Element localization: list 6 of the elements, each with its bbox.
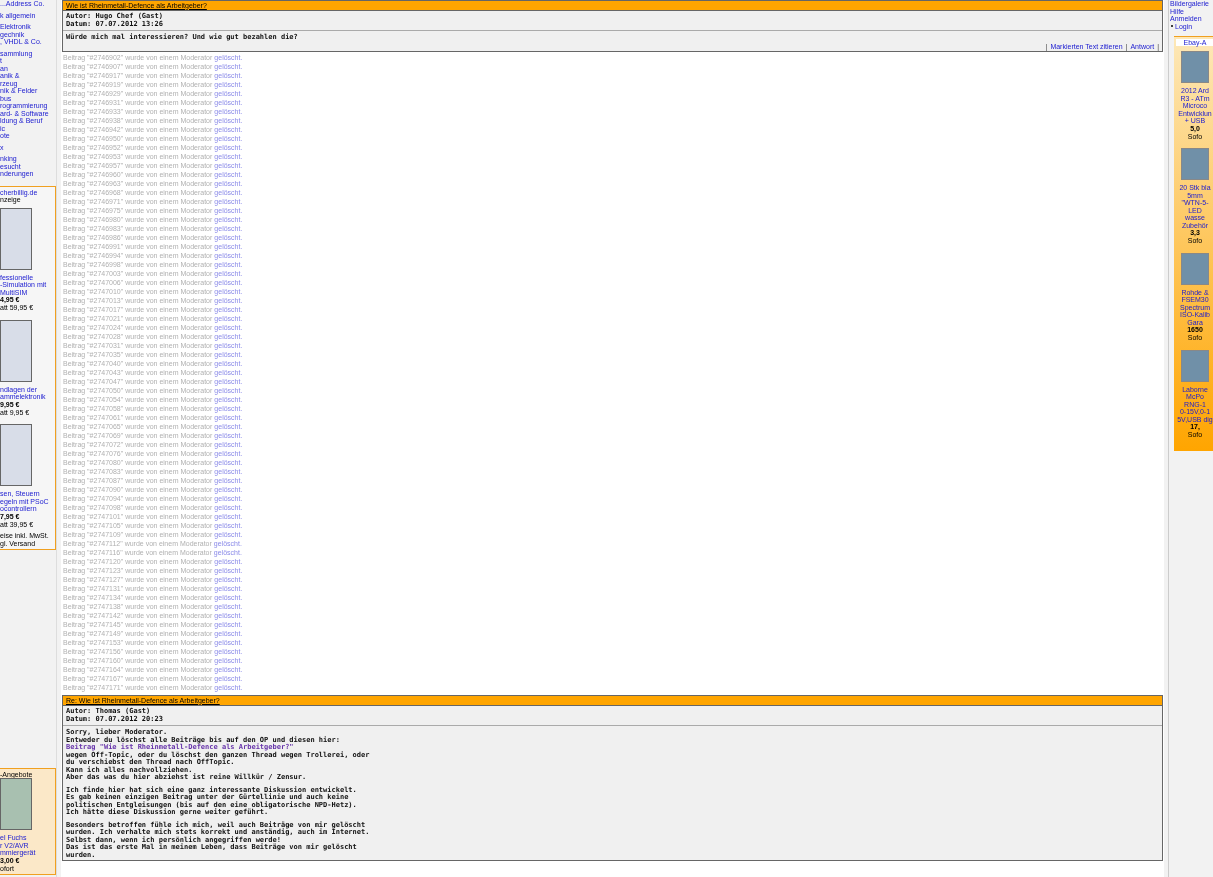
product-image[interactable] bbox=[0, 778, 32, 830]
book-cover-image[interactable] bbox=[0, 424, 32, 486]
product-image[interactable] bbox=[1181, 252, 1209, 285]
book-cover-image[interactable] bbox=[0, 319, 32, 382]
product-image[interactable] bbox=[1181, 349, 1209, 382]
book-cover-image[interactable] bbox=[0, 207, 32, 270]
